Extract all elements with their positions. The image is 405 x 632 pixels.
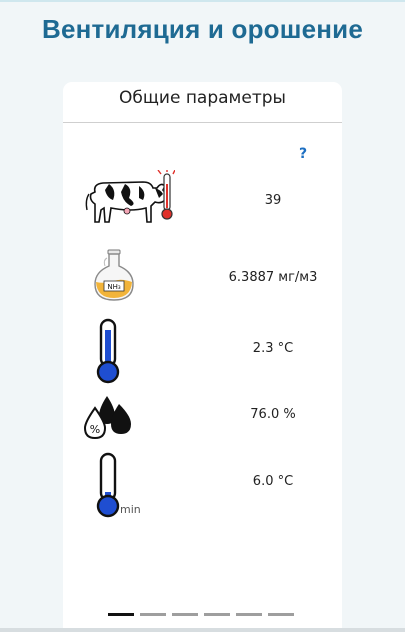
card-title: Общие параметры [119,88,286,108]
page-title: Вентиляция и орошение [41,14,364,44]
thermometer-icon [96,318,120,384]
page-indicator-2[interactable] [140,613,166,616]
ammonia-value: 6.3887 мг/м3 [228,270,318,285]
page-indicator-5[interactable] [236,613,262,616]
top-border [0,0,405,2]
thermometer-min-icon: min [96,452,141,518]
parameters-card: Общие параметры ? 39 NH₃ 6.3887 мг/м3 2. [63,82,342,632]
help-button[interactable]: ? [299,146,307,162]
humidity-value: 76.0 % [250,407,296,422]
page-indicator-3[interactable] [172,613,198,616]
page-indicator-1[interactable] [108,613,134,616]
min-temperature-value: 6.0 °C [252,474,294,489]
min-label: min [120,503,141,516]
temperature-value: 2.3 °C [252,341,294,356]
ammonia-label: NH₃ [107,283,121,291]
card-divider [63,122,342,123]
animal-temperature-value: 39 [264,193,282,208]
ammonia-flask-icon: NH₃ [94,249,134,301]
humidity-percent-label: % [90,423,100,436]
page-indicator-6[interactable] [268,613,294,616]
bottom-border [0,628,405,632]
page-indicator-4[interactable] [204,613,230,616]
humidity-drops-icon: % [83,396,131,440]
cow-thermometer-icon [85,170,175,223]
